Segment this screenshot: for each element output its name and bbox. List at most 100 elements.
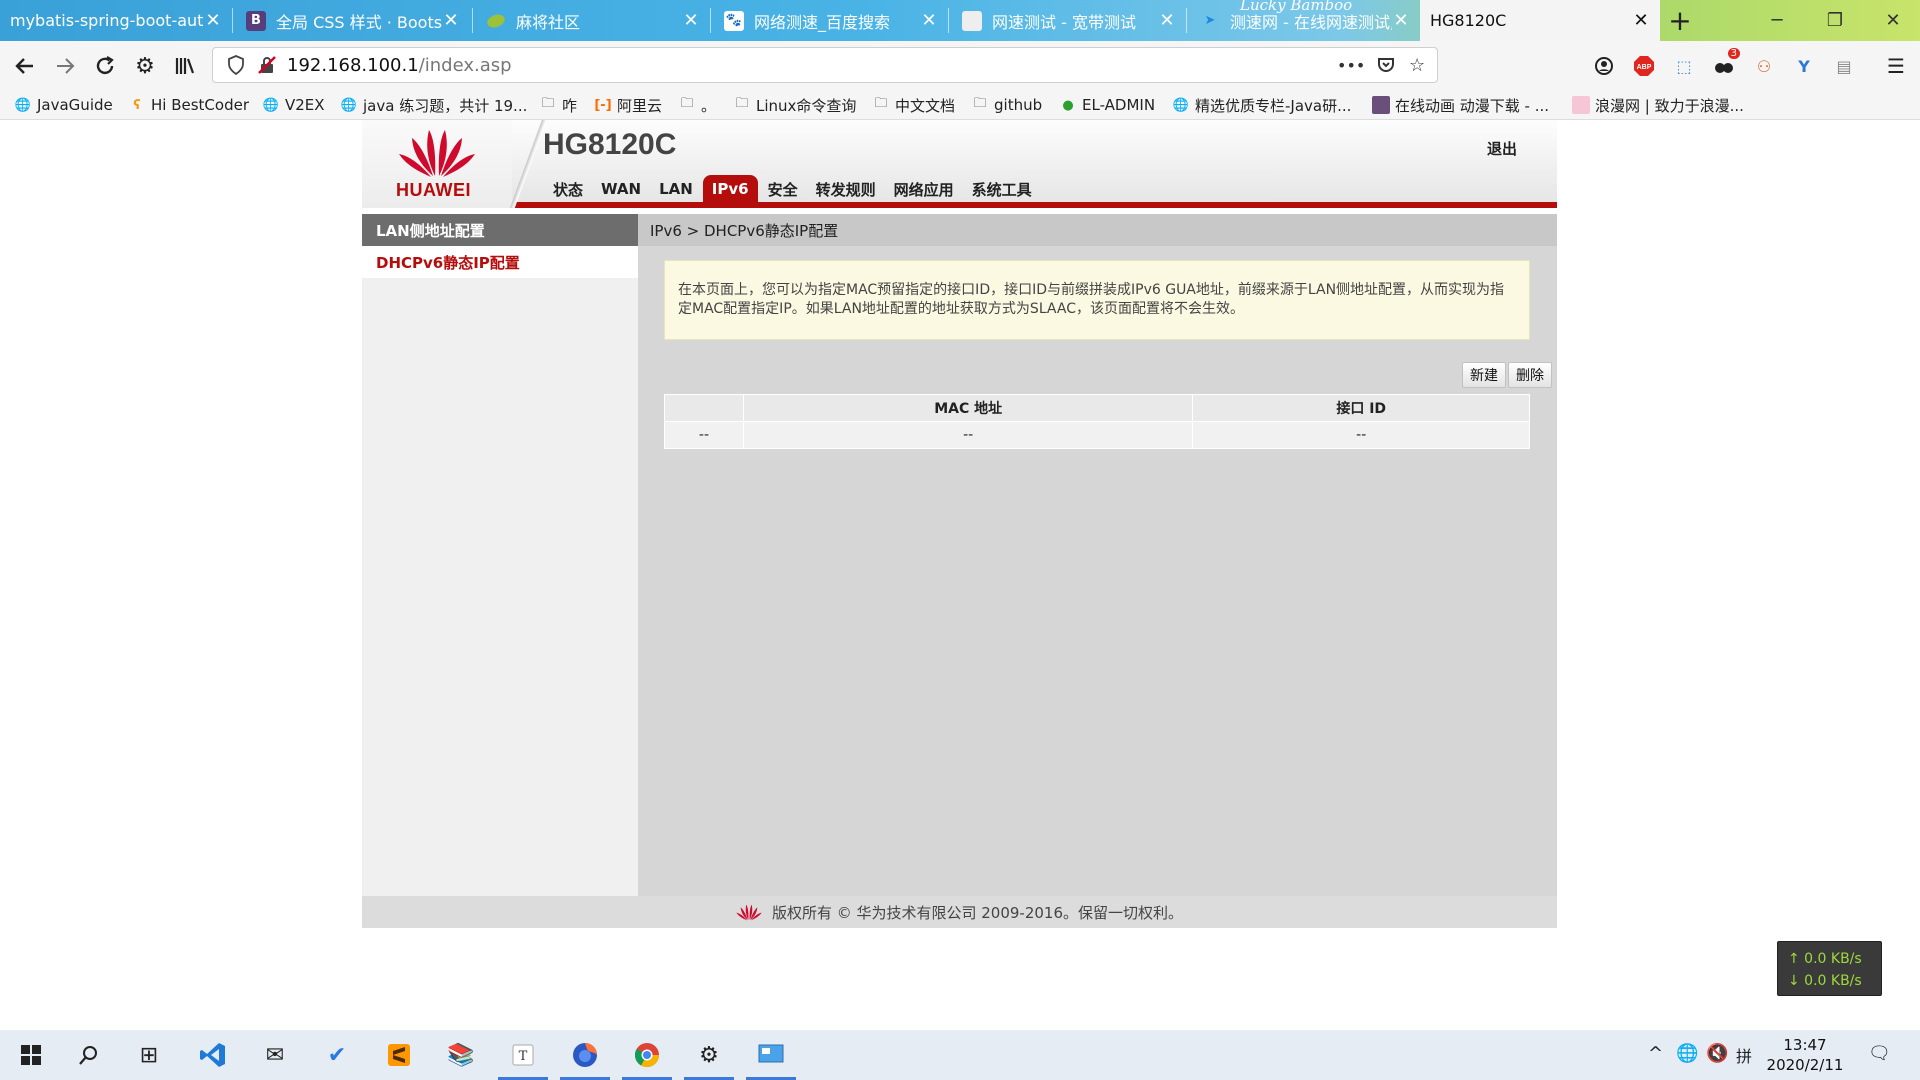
insecure-lock-icon[interactable]	[257, 55, 277, 80]
tab-separator	[472, 8, 473, 33]
tab-bootstrap[interactable]: B 全局 CSS 样式 · Bootstrap ✕	[236, 0, 470, 41]
menu-ipv6[interactable]: IPv6	[702, 175, 758, 203]
url-text[interactable]: 192.168.100.1/index.asp	[287, 55, 512, 76]
y-extension-icon[interactable]: Y	[1792, 54, 1816, 78]
tab-hg8120c[interactable]: HG8120C ✕	[1420, 0, 1660, 41]
forward-button[interactable]	[48, 49, 82, 83]
search-icon	[79, 1046, 97, 1065]
el-admin-icon: ●	[1062, 97, 1074, 113]
account-icon[interactable]	[1592, 54, 1616, 78]
library-button[interactable]	[168, 49, 202, 83]
minimize-button[interactable]: ─	[1752, 0, 1802, 41]
theme-banner-text: Lucky Bamboo	[1240, 0, 1353, 14]
menu-forwarding-rules[interactable]: 转发规则	[808, 175, 884, 203]
taskbar-sublime[interactable]	[374, 1030, 424, 1080]
tab-baidu[interactable]: 🐾 网络测速_百度搜索 ✕	[714, 0, 948, 41]
taskbar-mail[interactable]: ✉	[250, 1030, 300, 1080]
taskbar-settings[interactable]: ⚙	[684, 1030, 734, 1080]
bookmark-v2ex[interactable]: 🌐 V2EX	[262, 94, 325, 116]
taskbar-typora[interactable]: T	[498, 1030, 548, 1080]
network-speed-widget[interactable]: ↑ 0.0 KB/s ↓ 0.0 KB/s	[1777, 941, 1882, 996]
network-extension-icon[interactable]: ⚇	[1752, 54, 1776, 78]
menu-system-tools[interactable]: 系统工具	[964, 175, 1040, 203]
globe-icon: 🌐	[340, 97, 358, 113]
taskbar-firefox[interactable]	[560, 1030, 610, 1080]
taskbar-books[interactable]: 📚	[436, 1030, 486, 1080]
taskbar-todo[interactable]: ✔	[312, 1030, 362, 1080]
bookmark-el-admin[interactable]: ● EL-ADMIN	[1059, 94, 1155, 116]
bookmark-java-exercises[interactable]: 🌐 java 练习题，共计 19...	[340, 94, 527, 116]
url-bar[interactable]: 192.168.100.1/index.asp ••• ☆	[212, 47, 1438, 83]
sidebar-item-dhcpv6-static-ip[interactable]: DHCPv6静态IP配置	[362, 246, 638, 278]
bookmark-javaguide[interactable]: 🌐 JavaGuide	[14, 94, 113, 116]
menu-wan[interactable]: WAN	[593, 175, 649, 203]
globe-icon[interactable]: 🌐	[1676, 1043, 1698, 1064]
settings-button[interactable]: ⚙	[128, 49, 162, 83]
logout-link[interactable]: 退出	[1487, 138, 1517, 159]
page-actions-button[interactable]: •••	[1337, 56, 1365, 75]
bookmark-java-column[interactable]: 🌐 精选优质专栏-Java研...	[1172, 94, 1352, 116]
bookmark-anime[interactable]: 在线动画 动漫下载 - ...	[1372, 94, 1549, 116]
menu-status[interactable]: 状态	[545, 175, 591, 203]
bookmark-folder-github[interactable]: 🗀 github	[971, 94, 1042, 116]
restore-button[interactable]: ❐	[1810, 0, 1860, 41]
ime-icon[interactable]: 拼	[1736, 1043, 1752, 1067]
close-icon[interactable]: ✕	[204, 10, 222, 31]
bookmark-langman[interactable]: 浪漫网 | 致力于浪漫...	[1572, 94, 1744, 116]
close-window-button[interactable]: ✕	[1868, 0, 1918, 41]
menu-network-apps[interactable]: 网络应用	[886, 175, 962, 203]
breadcrumb: IPv6 > DHCPv6静态IP配置	[638, 214, 1557, 246]
bookmark-aliyun[interactable]: [-] 阿里云	[594, 94, 662, 116]
close-icon[interactable]: ✕	[682, 10, 700, 31]
close-icon[interactable]: ✕	[1632, 10, 1650, 31]
sublime-icon	[388, 1044, 410, 1066]
sidebar-section-header[interactable]: LAN侧地址配置	[362, 214, 638, 246]
close-icon[interactable]: ✕	[1392, 10, 1410, 31]
adblock-icon[interactable]: ABP	[1632, 54, 1656, 78]
menu-hamburger-icon[interactable]: ☰	[1884, 54, 1908, 78]
close-icon[interactable]: ✕	[442, 10, 460, 31]
chevron-up-icon[interactable]: ^	[1648, 1043, 1663, 1064]
tab-speedtest-broadband[interactable]: 网速测试 - 宽带测试 ✕	[952, 0, 1186, 41]
bookmark-folder-linux[interactable]: 🗀 Linux命令查询	[733, 94, 856, 116]
router-admin-panel: HUAWEI HG8120C 退出 状态 WAN LAN IPv6 安全 转发规…	[362, 120, 1557, 928]
delete-button[interactable]: 删除	[1508, 362, 1552, 388]
bookmark-star-icon[interactable]: ☆	[1409, 55, 1425, 76]
main-menu: 状态 WAN LAN IPv6 安全 转发规则 网络应用 系统工具	[545, 175, 1042, 203]
system-clock[interactable]: 13:47 2020/2/11	[1760, 1035, 1850, 1075]
new-tab-button[interactable]: +	[1655, 0, 1705, 41]
tab-separator	[1186, 8, 1187, 33]
bookmark-folder-za[interactable]: 🗀 咋	[539, 94, 577, 116]
extension-badge-icon[interactable]: 3	[1712, 48, 1740, 78]
reload-button[interactable]	[88, 49, 122, 83]
close-icon[interactable]: ✕	[1158, 10, 1176, 31]
notification-icon[interactable]: 🗨	[1868, 1043, 1891, 1064]
taskbar-vscode[interactable]	[188, 1030, 238, 1080]
bookmark-folder-dot[interactable]: 🗀。	[678, 94, 716, 116]
mail-icon: ✉	[265, 1042, 285, 1068]
bookmark-folder-docs[interactable]: 🗀 中文文档	[872, 94, 955, 116]
menu-lan[interactable]: LAN	[651, 175, 701, 203]
folder-icon: 🗀	[735, 96, 749, 111]
close-icon[interactable]: ✕	[920, 10, 938, 31]
menu-security[interactable]: 安全	[760, 175, 806, 203]
bookmark-bestcoder[interactable]: ʕ Hi BestCoder	[128, 94, 249, 116]
extension-badge-count: 3	[1727, 48, 1740, 59]
reader-icon[interactable]: ▤	[1832, 54, 1856, 78]
tab-mahjong[interactable]: 麻将社区 ✕	[476, 0, 710, 41]
shield-icon[interactable]	[227, 55, 245, 80]
new-button[interactable]: 新建	[1462, 362, 1506, 388]
crop-icon[interactable]: ⬚	[1672, 54, 1696, 78]
task-view-button[interactable]: ⊞	[124, 1030, 174, 1080]
speaker-muted-icon[interactable]: 🔇	[1706, 1043, 1728, 1064]
start-button[interactable]	[6, 1030, 56, 1080]
table-cell: --	[742, 421, 1194, 449]
leaf-icon	[486, 11, 506, 31]
search-button[interactable]	[64, 1030, 114, 1080]
footer: 版权所有 © 华为技术有限公司 2009-2016。保留一切权利。	[362, 896, 1557, 928]
back-button[interactable]	[8, 49, 42, 83]
pocket-icon[interactable]	[1376, 55, 1396, 80]
taskbar-chrome[interactable]	[622, 1030, 672, 1080]
taskbar-control-panel[interactable]	[746, 1030, 796, 1080]
tab-mybatis[interactable]: mybatis-spring-boot-autoconfigure ✕	[0, 0, 232, 41]
